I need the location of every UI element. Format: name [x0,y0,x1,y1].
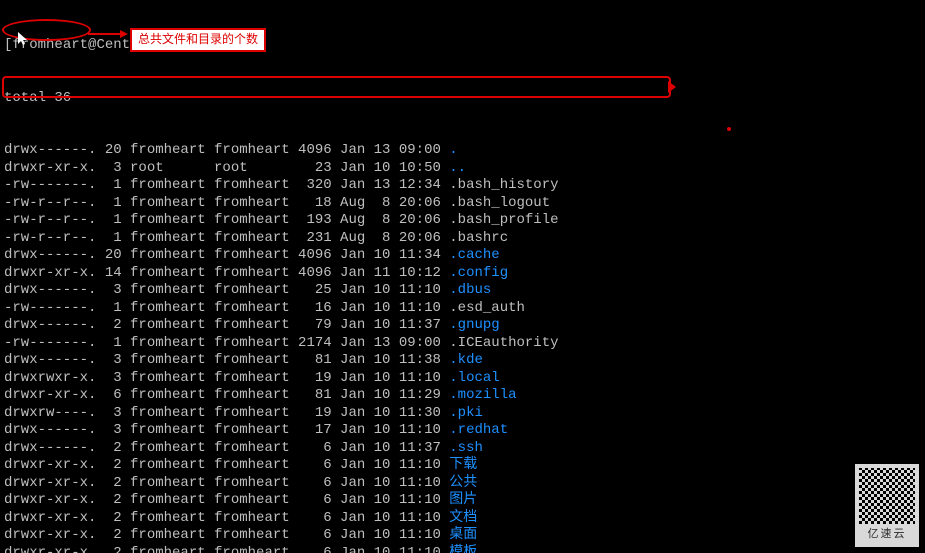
list-row: -rw-------. 1 fromheart fromheart 16 Jan… [4,300,921,318]
total-line: total 36 [4,90,921,108]
list-row: -rw-------. 1 fromheart fromheart 2174 J… [4,335,921,353]
list-row: drwxr-xr-x. 2 fromheart fromheart 6 Jan … [4,475,921,493]
list-row: drwx------. 3 fromheart fromheart 17 Jan… [4,422,921,440]
annotation-dot [727,127,731,131]
list-row: drwxr-xr-x. 2 fromheart fromheart 6 Jan … [4,527,921,545]
qr-code-icon [859,468,915,524]
list-row: drwx------. 3 fromheart fromheart 25 Jan… [4,282,921,300]
watermark: 亿速云 [855,464,919,548]
list-row: -rw-------. 1 fromheart fromheart 320 Ja… [4,177,921,195]
list-row: -rw-r--r--. 1 fromheart fromheart 231 Au… [4,230,921,248]
annotation-note: 总共文件和目录的个数 [130,28,266,52]
list-row: drwx------. 2 fromheart fromheart 79 Jan… [4,317,921,335]
list-row: -rw-r--r--. 1 fromheart fromheart 18 Aug… [4,195,921,213]
list-row: drwx------. 20 fromheart fromheart 4096 … [4,247,921,265]
watermark-label: 亿速云 [859,526,915,544]
list-row: drwxr-xr-x. 2 fromheart fromheart 6 Jan … [4,545,921,553]
list-row: drwxr-xr-x. 2 fromheart fromheart 6 Jan … [4,492,921,510]
list-row: drwx------. 3 fromheart fromheart 81 Jan… [4,352,921,370]
prompt-user: fromheart [12,37,88,53]
list-row: drwxrwxr-x. 3 fromheart fromheart 19 Jan… [4,370,921,388]
list-row: drwxr-xr-x. 14 fromheart fromheart 4096 … [4,265,921,283]
list-row: drwxr-xr-x. 6 fromheart fromheart 81 Jan… [4,387,921,405]
list-row: drwxr-xr-x. 2 fromheart fromheart 6 Jan … [4,510,921,528]
list-row: drwxr-xr-x. 2 fromheart fromheart 6 Jan … [4,457,921,475]
listing: drwx------. 20 fromheart fromheart 4096 … [4,142,921,553]
list-row: drwxrw----. 3 fromheart fromheart 19 Jan… [4,405,921,423]
list-row: drwxr-xr-x. 3 root root 23 Jan 10 10:50 … [4,160,921,178]
list-row: drwx------. 2 fromheart fromheart 6 Jan … [4,440,921,458]
terminal[interactable]: [fromheart@CentOS7 ~]$ ls -al total 36 d… [0,0,925,553]
list-row: -rw-r--r--. 1 fromheart fromheart 193 Au… [4,212,921,230]
list-row: drwx------. 20 fromheart fromheart 4096 … [4,142,921,160]
